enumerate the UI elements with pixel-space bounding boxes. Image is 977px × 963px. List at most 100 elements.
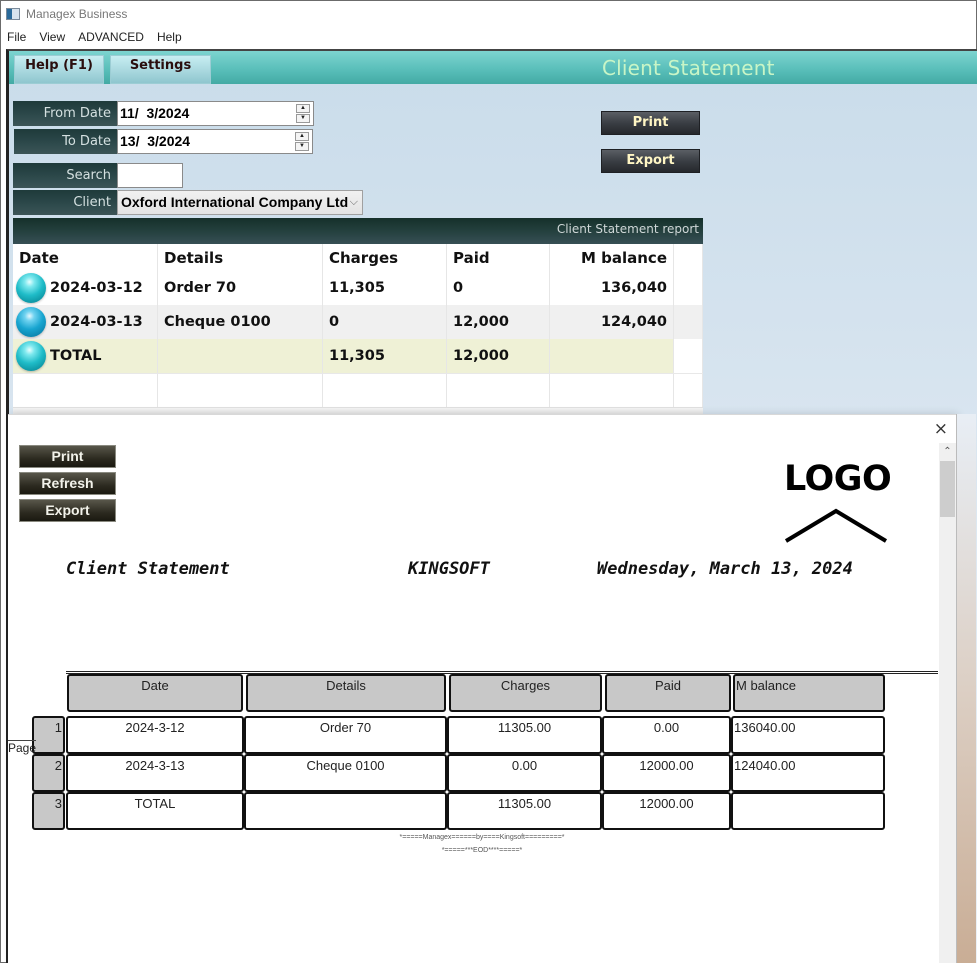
cell-balance: 124,040 (550, 305, 674, 339)
export-button[interactable]: Export (601, 149, 700, 173)
menu-file[interactable]: File (7, 30, 26, 44)
col-balance[interactable]: M balance (550, 244, 674, 271)
from-date-value: 11/ 3/2024 (120, 105, 190, 121)
table-row-empty (13, 373, 703, 407)
empty-cell (674, 374, 703, 407)
spin-down-icon[interactable]: ▼ (295, 142, 309, 151)
client-select[interactable]: Oxford International Company Ltd ⌵ (117, 190, 363, 215)
vertical-scrollbar[interactable]: ⌃ (939, 443, 956, 963)
table-row[interactable]: 2024-03-12 Order 70 11,305 0 136,040 (13, 271, 703, 305)
col-filler (674, 244, 703, 271)
logo-text: LOGO (784, 459, 892, 499)
cell-charges: 11,305 (323, 339, 447, 373)
from-date-spinner[interactable]: ▲ ▼ (296, 104, 310, 123)
report-footer-eod: *=====***EOD****=====* (441, 847, 523, 854)
preview-export-button[interactable]: Export (19, 499, 116, 522)
rpt-cell-paid: 12000.00 (602, 792, 731, 830)
page-label: Page (8, 740, 36, 755)
to-date-value: 13/ 3/2024 (120, 133, 191, 149)
cell-details: Cheque 0100 (158, 305, 323, 339)
rpt-col-balance: M balance (733, 674, 885, 712)
app-window: Managex Business File View ADVANCED Help… (0, 0, 977, 963)
cell-date: 2024-03-13 (13, 305, 158, 339)
from-date-label: From Date (13, 101, 117, 126)
menu-advanced[interactable]: ADVANCED (78, 30, 144, 44)
rpt-cell-balance (731, 792, 885, 830)
app-window-icon (6, 8, 20, 20)
search-input[interactable] (117, 163, 183, 188)
spin-up-icon[interactable]: ▲ (295, 132, 309, 141)
cell-paid: 12,000 (447, 339, 550, 373)
empty-cell (550, 374, 674, 407)
grid-caption-bar: Client Statement report (13, 218, 703, 244)
rpt-cell-details: Cheque 0100 (244, 754, 447, 792)
spin-down-icon[interactable]: ▼ (296, 114, 310, 123)
close-icon[interactable]: × (934, 419, 948, 439)
rpt-col-details: Details (246, 674, 446, 712)
col-charges[interactable]: Charges (323, 244, 447, 271)
report-footer-credit: *=====Managex======by====Kingsoft=======… (399, 834, 565, 841)
rpt-cell-balance: 124040.00 (731, 754, 885, 792)
window-title: Managex Business (26, 7, 128, 21)
title-bar: Managex Business (1, 1, 976, 27)
empty-cell (447, 374, 550, 407)
cell-filler (674, 271, 703, 305)
date-text: 2024-03-13 (50, 314, 143, 330)
chevron-down-icon: ⌵ (349, 196, 358, 208)
scroll-thumb[interactable] (940, 461, 955, 517)
cell-charges: 0 (323, 305, 447, 339)
page-title: Client Statement (602, 56, 775, 80)
client-label: Client (13, 190, 117, 215)
empty-cell (323, 374, 447, 407)
spin-up-icon[interactable]: ▲ (296, 104, 310, 113)
col-date[interactable]: Date (13, 244, 158, 271)
rpt-row-number: 2 (32, 754, 65, 792)
rpt-cell-paid: 0.00 (602, 716, 731, 754)
background-window-edge (956, 414, 976, 963)
to-date-spinner[interactable]: ▲ ▼ (295, 132, 309, 151)
from-date-field[interactable]: 11/ 3/2024 ▲ ▼ (117, 101, 314, 126)
rpt-cell-date: TOTAL (66, 792, 244, 830)
statement-grid: Date Details Charges Paid M balance 2024… (13, 244, 703, 415)
preview-refresh-button[interactable]: Refresh (19, 472, 116, 495)
date-text: TOTAL (50, 348, 102, 364)
cell-details (158, 339, 323, 373)
rpt-cell-date: 2024-3-13 (66, 754, 244, 792)
logo-chevron-icon (784, 508, 888, 543)
rpt-cell-details (244, 792, 447, 830)
table-row-total[interactable]: TOTAL 11,305 12,000 (13, 339, 703, 373)
top-toolbar: Help (F1) Settings Client Statement (9, 51, 977, 84)
search-label: Search (13, 163, 117, 188)
row-indicator-icon (16, 273, 46, 303)
rpt-cell-charges: 11305.00 (447, 716, 602, 754)
table-row[interactable]: 2024-03-13 Cheque 0100 0 12,000 124,040 (13, 305, 703, 339)
cell-date: 2024-03-12 (13, 271, 158, 305)
rpt-cell-charges: 0.00 (447, 754, 602, 792)
cell-date: TOTAL (13, 339, 158, 373)
grid-header-row: Date Details Charges Paid M balance (13, 244, 703, 271)
settings-button[interactable]: Settings (110, 55, 211, 84)
menu-bar: File View ADVANCED Help (1, 27, 195, 47)
menu-help[interactable]: Help (157, 30, 182, 44)
to-date-field[interactable]: 13/ 3/2024 ▲ ▼ (117, 129, 313, 154)
rpt-col-paid: Paid (605, 674, 731, 712)
client-value: Oxford International Company Ltd (121, 194, 349, 210)
rpt-row-number: 3 (32, 792, 65, 830)
cell-details: Order 70 (158, 271, 323, 305)
cell-paid: 12,000 (447, 305, 550, 339)
preview-print-button[interactable]: Print (19, 445, 116, 468)
col-paid[interactable]: Paid (447, 244, 550, 271)
date-text: 2024-03-12 (50, 280, 143, 296)
help-button[interactable]: Help (F1) (14, 55, 104, 84)
empty-cell (158, 374, 323, 407)
cell-charges: 11,305 (323, 271, 447, 305)
grid-caption: Client Statement report (556, 222, 699, 236)
scroll-up-icon[interactable]: ⌃ (939, 443, 956, 460)
menu-view[interactable]: View (39, 30, 65, 44)
print-button[interactable]: Print (601, 111, 700, 135)
rpt-cell-details: Order 70 (244, 716, 447, 754)
report-title: Client Statement (66, 559, 230, 579)
col-details[interactable]: Details (158, 244, 323, 271)
rpt-cell-paid: 12000.00 (602, 754, 731, 792)
row-indicator-icon (16, 307, 46, 337)
